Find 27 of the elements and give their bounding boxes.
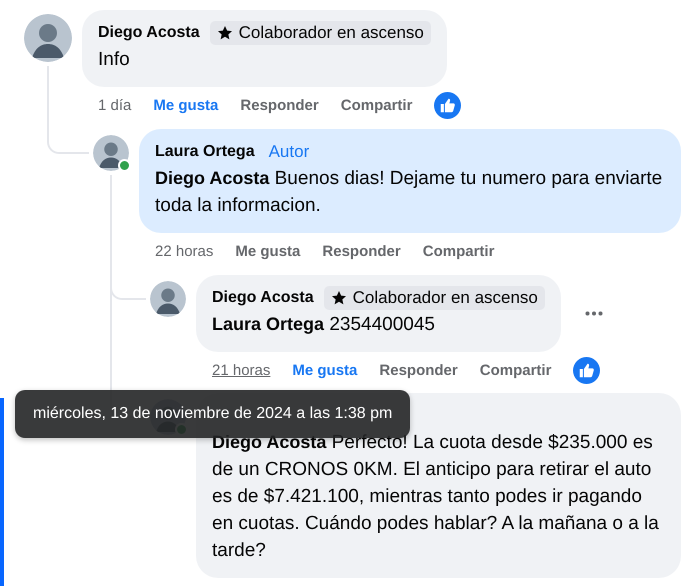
share-button[interactable]: Compartir	[422, 242, 494, 260]
comment-text: Info	[98, 48, 131, 72]
avatar[interactable]	[93, 135, 129, 171]
share-button[interactable]: Compartir	[480, 362, 552, 378]
author-name[interactable]: Laura Ortega	[155, 143, 255, 161]
more-icon[interactable]	[584, 311, 603, 316]
star-icon	[216, 25, 233, 41]
timestamp-link[interactable]: 1 día	[98, 96, 132, 114]
author-name[interactable]: Diego Acosta	[98, 24, 200, 42]
like-button[interactable]: Me gusta	[153, 96, 218, 114]
reply-button[interactable]: Responder	[322, 242, 401, 260]
reply-button[interactable]: Responder	[240, 96, 319, 114]
comment-text: Diego Acosta Buenos dias! Dejame tu numero para enviarte toda la informacion.	[155, 167, 664, 218]
reply-button[interactable]: Responder	[379, 362, 458, 378]
star-icon	[330, 290, 347, 306]
share-button[interactable]: Compartir	[340, 96, 412, 114]
like-button[interactable]: Me gusta	[292, 362, 358, 378]
author-name[interactable]: Diego Acosta	[212, 289, 314, 307]
timestamp-link[interactable]: 22 horas	[155, 242, 214, 260]
like-button[interactable]: Me gusta	[235, 242, 300, 260]
avatar[interactable]	[150, 281, 186, 317]
author-label: Autor	[268, 141, 310, 163]
timestamp-link[interactable]: 21 horas	[212, 362, 270, 378]
contributor-badge: Colaborador en ascenso	[210, 21, 431, 45]
contributor-badge: Colaborador en ascenso	[324, 286, 545, 310]
comment-text: Laura Ortega 2354400045	[212, 313, 436, 337]
avatar[interactable]	[24, 14, 72, 62]
